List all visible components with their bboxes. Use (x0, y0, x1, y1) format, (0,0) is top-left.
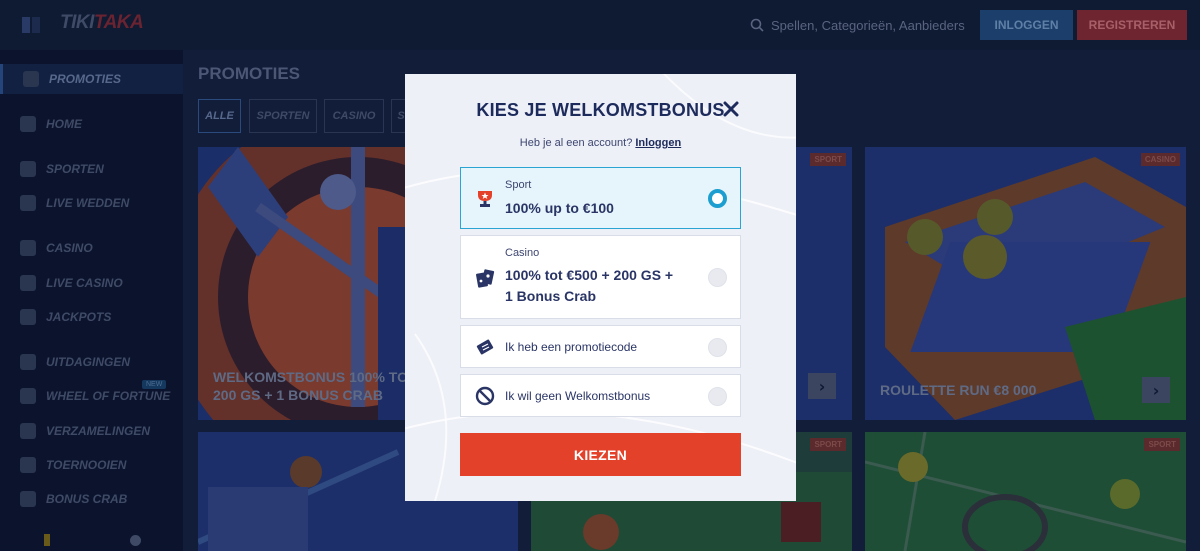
option-category: Sport (505, 179, 532, 191)
option-text: 100% up to €100 (505, 200, 614, 216)
account-question-text: Heb je al een account? (519, 137, 633, 149)
no-icon (475, 386, 495, 406)
radio-unselected[interactable] (708, 338, 727, 357)
bonus-option-sport[interactable]: Sport 100% up to €100 (460, 167, 741, 229)
close-icon[interactable] (722, 100, 740, 118)
radio-unselected[interactable] (708, 387, 727, 406)
bonus-option-promocode[interactable]: Ik heb een promotiecode (460, 325, 741, 368)
option-category: Casino (505, 247, 540, 259)
trophy-icon (478, 191, 492, 207)
cards-icon (476, 269, 495, 288)
option-text: 100% tot €500 + 200 GS + 1 Bonus Crab (505, 265, 673, 307)
option-text-line1: 100% tot €500 + 200 GS + (505, 267, 674, 283)
welcome-bonus-modal: KIES JE WELKOMSTBONUS Heb je al een acco… (405, 74, 796, 501)
login-link[interactable]: Inloggen (635, 137, 681, 149)
modal-subtitle: Heb je al een account? Inloggen (405, 137, 796, 149)
radio-selected[interactable] (708, 189, 727, 208)
choose-button[interactable]: KIEZEN (460, 433, 741, 476)
radio-unselected[interactable] (708, 268, 727, 287)
option-text-line2: 1 Bonus Crab (505, 288, 597, 304)
bonus-option-casino[interactable]: Casino 100% tot €500 + 200 GS + 1 Bonus C… (460, 235, 741, 319)
option-text: Ik heb een promotiecode (505, 340, 638, 354)
ticket-icon (476, 339, 494, 355)
option-text: Ik wil geen Welkomstbonus (505, 389, 651, 403)
bonus-option-no-bonus[interactable]: Ik wil geen Welkomstbonus (460, 374, 741, 417)
